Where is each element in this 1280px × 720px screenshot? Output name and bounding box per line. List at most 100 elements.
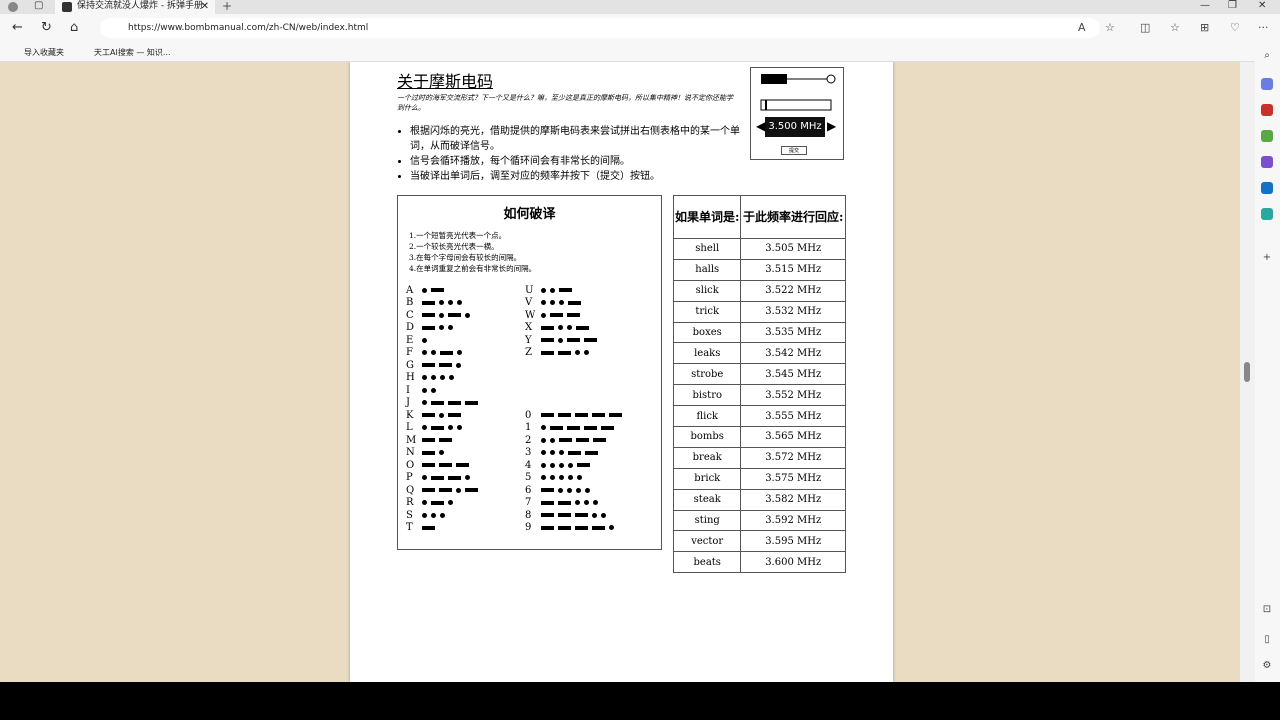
office-icon[interactable] bbox=[1261, 156, 1273, 168]
instructions-list: 根据闪烁的亮光，借助提供的摩斯电码表来尝试拼出右侧表格中的某一个单词，从而破译信… bbox=[410, 124, 745, 184]
scrollbar[interactable] bbox=[1240, 62, 1255, 682]
home-icon[interactable]: ⌂ bbox=[70, 20, 78, 35]
split-screen-icon[interactable]: ◫ bbox=[1140, 21, 1150, 34]
url-input[interactable]: https://www.bombmanual.com/zh-CN/web/ind… bbox=[100, 18, 1100, 38]
morse-dash bbox=[576, 438, 589, 442]
drop-icon[interactable] bbox=[1261, 208, 1273, 220]
games-icon[interactable] bbox=[1261, 130, 1273, 142]
morse-char: 0 bbox=[525, 409, 532, 421]
morse-dash bbox=[422, 313, 435, 317]
morse-dash bbox=[431, 400, 444, 405]
morse-char: U bbox=[525, 284, 534, 296]
tab-active[interactable]: 保持交流就没人爆炸 - 拆弹手册 ✕ bbox=[55, 0, 215, 14]
frequency-cell: 3.552 MHz bbox=[740, 384, 846, 407]
morse-char: L bbox=[406, 422, 413, 433]
word-cell: beats bbox=[672, 551, 742, 574]
morse-dot bbox=[422, 500, 427, 505]
morse-dash bbox=[575, 413, 588, 417]
morse-dash bbox=[465, 488, 478, 492]
frequency-cell: 3.575 MHz bbox=[740, 467, 846, 490]
frequency-table: 如果单词是: 于此频率进行回应: shell 3.505 MHz halls 3.51… bbox=[672, 195, 846, 574]
morse-char: Y bbox=[525, 334, 532, 346]
morse-char: N bbox=[406, 447, 415, 458]
morse-dot bbox=[577, 475, 582, 480]
morse-row: K bbox=[406, 409, 465, 421]
morse-dash bbox=[550, 313, 563, 317]
morse-dot bbox=[585, 487, 590, 493]
morse-dot bbox=[422, 400, 427, 405]
morse-row: N bbox=[406, 447, 448, 459]
morse-dash bbox=[567, 425, 580, 430]
rule: 4.在单词重复之前会有非常长的间隔。 bbox=[409, 264, 537, 273]
new-tab-button[interactable]: + bbox=[222, 0, 232, 13]
profile-avatar[interactable] bbox=[8, 2, 18, 12]
favorites-icon[interactable]: ☆ bbox=[1170, 21, 1180, 34]
search-icon[interactable]: ⌕ bbox=[1261, 50, 1273, 62]
morse-dot bbox=[422, 387, 427, 393]
morse-dash bbox=[541, 413, 554, 417]
screenshot-icon[interactable]: ⊡ bbox=[1261, 604, 1273, 616]
more-menu-icon[interactable]: ··· bbox=[1258, 21, 1269, 34]
word-cell: slick bbox=[672, 279, 742, 302]
morse-char: S bbox=[406, 509, 413, 521]
morse-dot bbox=[550, 287, 555, 293]
morse-row: 5 bbox=[525, 472, 586, 484]
refresh-icon[interactable]: ↻ bbox=[41, 20, 52, 35]
header-word: 如果单词是: bbox=[672, 195, 742, 239]
table-row: leaks 3.542 MHz bbox=[672, 342, 846, 365]
morse-dot bbox=[558, 487, 563, 493]
outlook-icon[interactable] bbox=[1261, 182, 1273, 194]
sidebar-toggle-icon[interactable]: ▯ bbox=[1261, 634, 1273, 646]
maximize-button[interactable]: ❐ bbox=[1228, 0, 1237, 11]
favorite-star-icon[interactable]: ☆ bbox=[1105, 21, 1115, 34]
word-cell: strobe bbox=[672, 363, 742, 386]
arrow-left-icon: ◀ bbox=[756, 119, 766, 133]
morse-dot bbox=[448, 425, 453, 430]
morse-row: W bbox=[525, 309, 584, 321]
frequency-cell: 3.600 MHz bbox=[740, 551, 846, 574]
table-row: halls 3.515 MHz bbox=[672, 258, 846, 281]
frequency-cell: 3.532 MHz bbox=[740, 300, 846, 323]
close-window-button[interactable]: ✕ bbox=[1258, 0, 1266, 11]
morse-dash bbox=[592, 525, 605, 530]
how-title: 如何破译 bbox=[503, 207, 556, 222]
morse-row: O bbox=[406, 459, 473, 471]
morse-char: P bbox=[406, 472, 413, 483]
morse-char: 6 bbox=[525, 484, 532, 496]
settings-icon[interactable]: ⚙ bbox=[1261, 660, 1273, 672]
browser-essentials-icon[interactable]: ♡ bbox=[1230, 21, 1240, 34]
add-icon[interactable]: + bbox=[1261, 252, 1273, 264]
morse-row: 7 bbox=[525, 497, 602, 509]
morse-dot bbox=[439, 325, 444, 330]
morse-dash bbox=[558, 525, 571, 530]
copilot-icon[interactable] bbox=[1261, 78, 1273, 90]
word-cell: vector bbox=[672, 530, 742, 553]
morse-dot bbox=[601, 512, 606, 518]
morse-dash bbox=[584, 425, 597, 430]
table-row: boxes 3.535 MHz bbox=[672, 321, 846, 344]
morse-dot bbox=[439, 300, 444, 305]
scrollbar-thumb[interactable] bbox=[1244, 362, 1250, 382]
morse-dash bbox=[568, 300, 581, 305]
frequency-cell: 3.572 MHz bbox=[740, 446, 846, 469]
tab-title: 保持交流就没人爆炸 - 拆弹手册 bbox=[77, 1, 203, 11]
morse-dot bbox=[439, 312, 444, 318]
table-row: trick 3.532 MHz bbox=[672, 300, 846, 323]
morse-row: T bbox=[406, 522, 439, 534]
morse-dash bbox=[456, 463, 469, 467]
morse-row: R bbox=[406, 497, 457, 509]
close-tab-icon[interactable]: ✕ bbox=[201, 0, 209, 13]
morse-dot bbox=[575, 500, 580, 505]
tools-icon[interactable] bbox=[1261, 104, 1273, 116]
bookmark-tiangong[interactable]: 天工AI搜索 — 知识... bbox=[94, 47, 171, 58]
minimize-button[interactable]: — bbox=[1200, 0, 1210, 11]
morse-row: 8 bbox=[525, 509, 610, 521]
back-icon[interactable]: ← bbox=[12, 20, 23, 35]
read-aloud-icon[interactable]: A bbox=[1078, 21, 1086, 34]
bookmark-import[interactable]: 导入收藏夹 bbox=[24, 47, 64, 58]
frequency-cell: 3.535 MHz bbox=[740, 321, 846, 344]
collections-icon[interactable]: ⊞ bbox=[1200, 21, 1209, 34]
morse-row: Q bbox=[406, 484, 482, 496]
morse-dash bbox=[559, 288, 572, 292]
tab-actions-icon[interactable]: ▢ bbox=[34, 0, 43, 11]
